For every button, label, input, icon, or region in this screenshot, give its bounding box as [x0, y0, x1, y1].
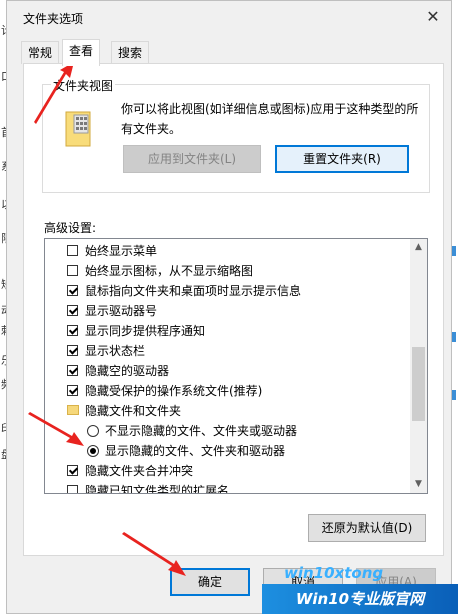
checkbox-unchecked[interactable] [67, 245, 78, 256]
checkbox-checked[interactable] [67, 285, 78, 296]
dialog-title: 文件夹选项 [23, 12, 84, 26]
watermark-url: win10xtong [284, 564, 384, 582]
setting-label: 始终显示图标，从不显示缩略图 [85, 264, 254, 278]
setting-label: 隐藏受保护的操作系统文件(推荐) [85, 384, 263, 398]
tab-general[interactable]: 常规 [21, 41, 60, 64]
ok-button[interactable]: 确定 [170, 568, 250, 596]
radio-selected[interactable] [87, 445, 99, 457]
setting-label: 显示同步提供程序通知 [85, 324, 206, 338]
setting-label: 显示驱动器号 [85, 304, 158, 318]
advanced-list-scrollbar[interactable]: ▲ ▼ [410, 239, 427, 493]
view-tab-panel: 文件夹视图 你可以将此视图(如详细信息或图标)应用于这种类型的所有文件夹。 应用… [23, 63, 444, 556]
folder-options-dialog: 文件夹选项 ✕ 常规 查看 搜索 文件夹视图 你可以将此视图(如详细信息或图标)… [6, 0, 452, 614]
setting-label: 隐藏文件和文件夹 [85, 404, 182, 418]
setting-label: 显示状态栏 [85, 344, 146, 358]
checkbox-checked[interactable] [67, 325, 78, 336]
scrollbar-thumb[interactable] [412, 346, 425, 421]
checkbox-checked[interactable] [67, 465, 78, 476]
scroll-up-icon[interactable]: ▲ [410, 239, 427, 256]
setting-label: 始终显示菜单 [85, 244, 158, 258]
checkbox-unchecked[interactable] [67, 485, 78, 493]
folder-views-title: 文件夹视图 [51, 77, 116, 94]
apply-to-folders-button[interactable]: 应用到文件夹(L) [123, 145, 261, 173]
watermark-brand: Win10专业版官网 [262, 584, 458, 614]
setting-label: 隐藏空的驱动器 [85, 364, 170, 378]
folder-views-description: 你可以将此视图(如详细信息或图标)应用于这种类型的所有文件夹。 [121, 102, 419, 136]
checkbox-unchecked[interactable] [67, 265, 78, 276]
reset-folders-button[interactable]: 重置文件夹(R) [275, 145, 409, 173]
tab-search[interactable]: 搜索 [111, 41, 150, 64]
advanced-settings-list[interactable]: 始终显示菜单始终显示图标，从不显示缩略图鼠标指向文件夹和桌面项时显示提示信息 显示… [44, 238, 428, 494]
setting-label: 隐藏已知文件类型的扩展名 [85, 484, 230, 494]
setting-label: 不显示隐藏的文件、文件夹或驱动器 [105, 424, 298, 438]
checkbox-checked[interactable] [67, 385, 78, 396]
checkbox-checked[interactable] [67, 305, 78, 316]
setting-label: 显示隐藏的文件、文件夹和驱动器 [105, 444, 286, 458]
tab-view[interactable]: 查看 [62, 39, 101, 66]
folder-icon [67, 405, 79, 415]
advanced-settings-label: 高级设置: [44, 221, 97, 235]
checkbox-checked[interactable] [67, 365, 78, 376]
checkbox-checked[interactable] [67, 345, 78, 356]
folder-views-group: 文件夹视图 你可以将此视图(如详细信息或图标)应用于这种类型的所有文件夹。 应用… [42, 77, 430, 193]
scroll-down-icon[interactable]: ▼ [410, 476, 427, 493]
radio-unselected[interactable] [87, 425, 99, 437]
restore-defaults-button[interactable]: 还原为默认值(D) [308, 514, 426, 542]
close-icon[interactable]: ✕ [423, 7, 443, 27]
setting-label: 隐藏文件夹合并冲突 [85, 464, 194, 478]
folder-view-icon [65, 111, 91, 147]
setting-label: 鼠标指向文件夹和桌面项时显示提示信息 [85, 284, 302, 298]
